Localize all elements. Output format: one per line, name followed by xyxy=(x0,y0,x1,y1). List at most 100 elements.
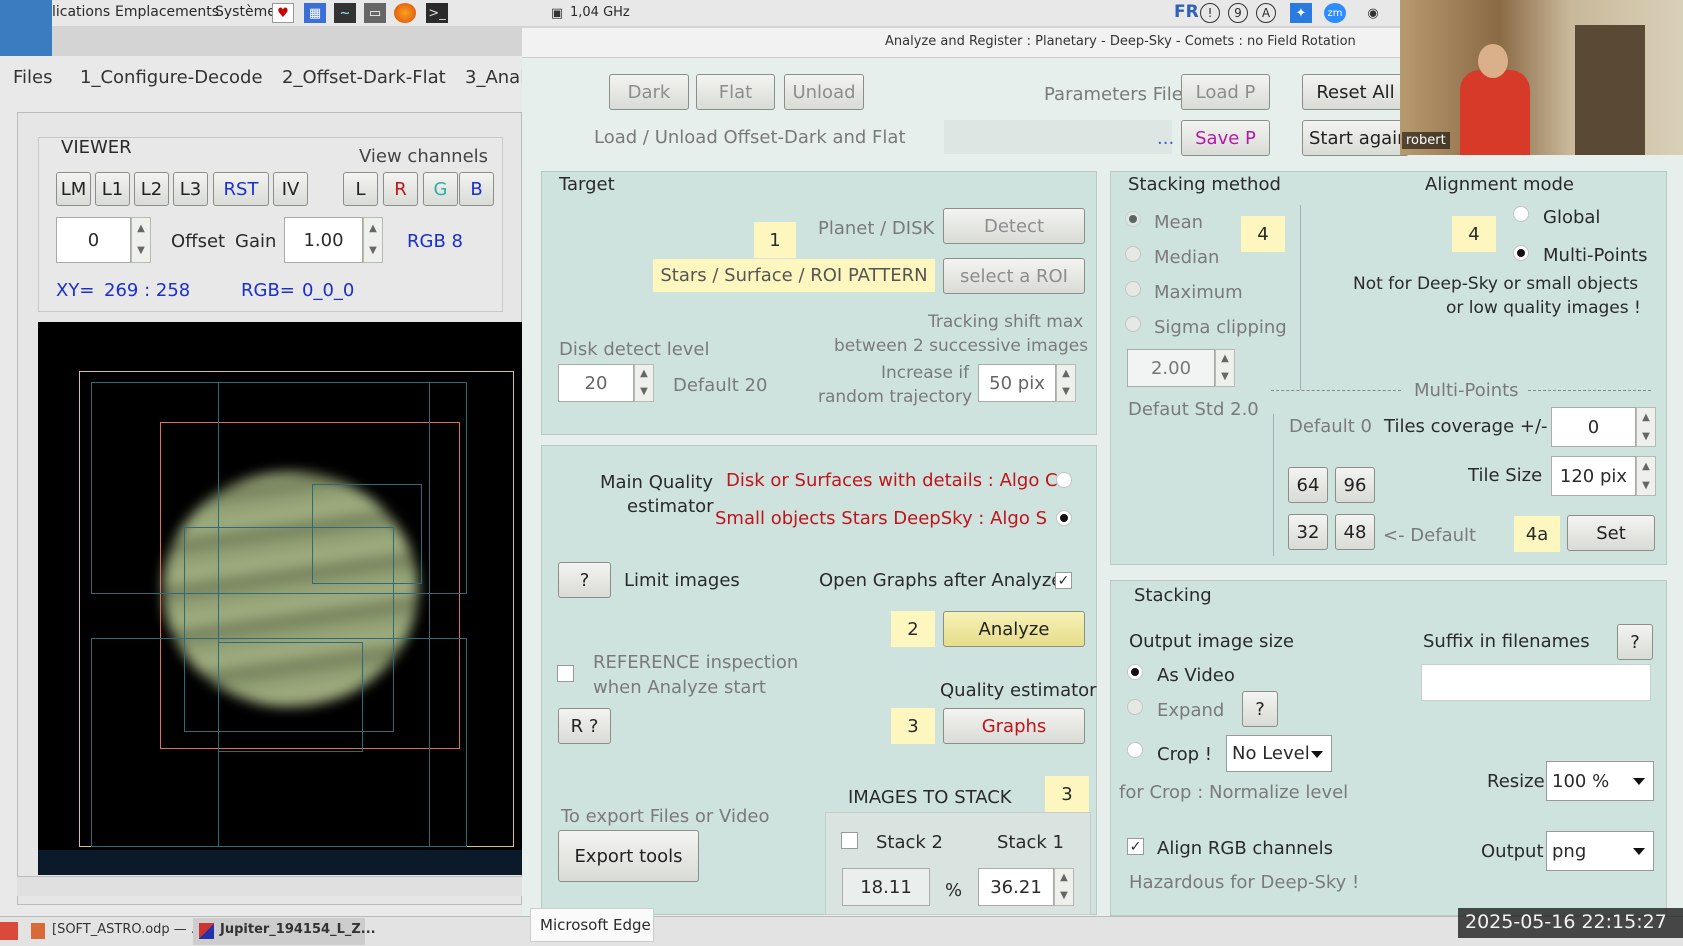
start-again-button[interactable]: Start again xyxy=(1302,120,1409,156)
crop-level-select[interactable]: No Level xyxy=(1226,735,1332,772)
l3-button[interactable]: L3 xyxy=(173,172,208,206)
tray-9-icon[interactable]: 9 xyxy=(1228,3,1248,23)
median-label: Median xyxy=(1154,247,1220,268)
maximum-radio[interactable] xyxy=(1125,281,1141,297)
shift-max-spinner[interactable]: ▲ ▼ xyxy=(1056,364,1076,402)
tab-analyze[interactable]: 3_Anal xyxy=(465,67,525,88)
reset-all-button[interactable]: Reset All xyxy=(1302,74,1409,110)
menu-places[interactable]: Emplacements xyxy=(115,4,219,20)
offset-spinner[interactable]: ▲ ▼ xyxy=(131,217,151,263)
l1-button[interactable]: L1 xyxy=(95,172,130,206)
detect-button[interactable]: Detect xyxy=(943,208,1085,244)
tile-48-button[interactable]: 48 xyxy=(1335,514,1375,550)
multi-points-radio[interactable] xyxy=(1513,245,1529,261)
menu-system[interactable]: Système xyxy=(215,4,276,20)
save-parameters-button[interactable]: Save P xyxy=(1181,120,1270,156)
tab-files[interactable]: Files xyxy=(13,67,53,88)
unload-button[interactable]: Unload xyxy=(784,74,864,110)
cpu-icon: ▣ xyxy=(550,5,564,21)
align-rgb-checkbox[interactable]: ✓ xyxy=(1127,838,1144,855)
stack2-checkbox[interactable] xyxy=(841,832,858,849)
rst-button[interactable]: RST xyxy=(213,172,269,206)
iv-button[interactable]: IV xyxy=(273,172,308,206)
flat-button[interactable]: Flat xyxy=(696,74,775,110)
tile-64-button[interactable]: 64 xyxy=(1288,467,1328,503)
open-graphs-checkbox[interactable]: ✓ xyxy=(1055,572,1072,589)
nvidia-icon[interactable]: ◉ xyxy=(1362,3,1384,23)
tile-size-spinner[interactable]: ▲ ▼ xyxy=(1636,456,1656,496)
tiles-coverage-input[interactable]: 0 xyxy=(1551,407,1636,447)
as-video-radio[interactable] xyxy=(1127,664,1143,680)
gain-spinner[interactable]: ▲ ▼ xyxy=(363,217,383,263)
tile-size-input[interactable]: 120 pix xyxy=(1551,456,1636,496)
taskbar-item-soft-astro[interactable]: [SOFT_ASTRO.odp — ... xyxy=(52,922,203,937)
median-radio[interactable] xyxy=(1125,246,1141,262)
mean-radio[interactable] xyxy=(1125,211,1141,227)
suffix-input[interactable] xyxy=(1421,664,1651,701)
percent-label: % xyxy=(945,880,963,901)
app-icon[interactable]: ♥ xyxy=(272,3,294,23)
stack1-spinner[interactable]: ▲ ▼ xyxy=(1054,868,1074,906)
disk-detect-input[interactable]: 20 xyxy=(558,364,634,402)
suffix-help-button[interactable]: ? xyxy=(1617,624,1653,660)
tiles-coverage-spinner[interactable]: ▲ ▼ xyxy=(1636,407,1656,447)
gain-input[interactable]: 1.00 xyxy=(284,217,363,263)
taskbar-show-desktop[interactable] xyxy=(0,922,18,940)
algo-s-radio[interactable] xyxy=(1056,510,1072,526)
expand-radio[interactable] xyxy=(1127,699,1143,715)
offset-input[interactable]: 0 xyxy=(56,217,131,263)
sigma-clipping-radio[interactable] xyxy=(1125,316,1141,332)
export-tools-button[interactable]: Export tools xyxy=(558,830,699,882)
global-radio[interactable] xyxy=(1513,206,1529,222)
output-format-select[interactable]: png xyxy=(1546,831,1654,871)
channel-g-button[interactable]: G xyxy=(423,172,458,206)
channel-r-button[interactable]: R xyxy=(383,172,418,206)
planet-image[interactable] xyxy=(38,322,522,875)
tray-a-icon[interactable]: A xyxy=(1256,3,1276,23)
sigma-input[interactable]: 2.00 xyxy=(1127,349,1215,387)
expand-help-button[interactable]: ? xyxy=(1242,691,1278,727)
tab-configure-decode[interactable]: 1_Configure-Decode xyxy=(80,67,263,88)
l2-button[interactable]: L2 xyxy=(134,172,169,206)
shift-max-input[interactable]: 50 pix xyxy=(978,364,1056,402)
stack2-percent-field[interactable]: 18.11 xyxy=(842,868,930,906)
reference-help-button[interactable]: R ? xyxy=(558,708,611,744)
channel-l-button[interactable]: L xyxy=(343,172,378,206)
resize-label: Resize xyxy=(1487,771,1545,792)
crop-radio[interactable] xyxy=(1127,742,1143,758)
h-scrollbar[interactable] xyxy=(17,876,522,896)
load-parameters-button[interactable]: Load P xyxy=(1181,74,1270,110)
zoom-icon[interactable]: zm xyxy=(1324,3,1346,23)
main-quality-label: Main Quality xyxy=(600,472,714,493)
menu-applications[interactable]: lications xyxy=(52,4,110,20)
limit-help-button[interactable]: ? xyxy=(558,562,611,598)
keyboard-layout[interactable]: FR xyxy=(1174,2,1199,22)
tab-offset-dark-flat[interactable]: 2_Offset-Dark-Flat xyxy=(282,67,446,88)
terminal-icon[interactable]: >_ xyxy=(426,3,448,23)
window-icon[interactable]: ▭ xyxy=(364,3,386,23)
taskbar-item-jupiter[interactable]: Jupiter_194154_L_Z... xyxy=(220,922,376,937)
lm-button[interactable]: LM xyxy=(56,172,91,206)
disk-detect-spinner[interactable]: ▲ ▼ xyxy=(634,364,654,402)
firefox-icon[interactable] xyxy=(394,3,416,23)
reference-checkbox[interactable] xyxy=(557,665,574,682)
monitor-icon[interactable]: ▦ xyxy=(304,3,326,23)
update-icon[interactable]: ✦ xyxy=(1290,3,1312,23)
open-graphs-label: Open Graphs after Analyze xyxy=(819,570,1063,591)
stack1-percent-input[interactable]: 36.21 xyxy=(978,868,1054,906)
channel-b-button[interactable]: B xyxy=(459,172,494,206)
dark-button[interactable]: Dark xyxy=(609,74,689,110)
system-monitor-icon[interactable]: ~ xyxy=(334,3,356,23)
tile-32-button[interactable]: 32 xyxy=(1288,514,1328,550)
set-tiles-button[interactable]: Set xyxy=(1567,515,1655,551)
resize-select[interactable]: 100 % xyxy=(1546,761,1654,801)
info-icon[interactable]: ! xyxy=(1200,3,1220,23)
analyze-button[interactable]: Analyze xyxy=(943,611,1085,647)
select-roi-button[interactable]: select a ROI xyxy=(943,258,1085,294)
tracking-between-label: between 2 successive images xyxy=(834,336,1089,356)
graphs-button[interactable]: Graphs xyxy=(943,708,1085,744)
sigma-spinner[interactable]: ▲ ▼ xyxy=(1215,349,1235,387)
tile-96-button[interactable]: 96 xyxy=(1335,467,1375,503)
algo-c-radio[interactable] xyxy=(1056,472,1072,488)
load-unload-label: Load / Unload Offset-Dark and Flat xyxy=(594,127,906,148)
